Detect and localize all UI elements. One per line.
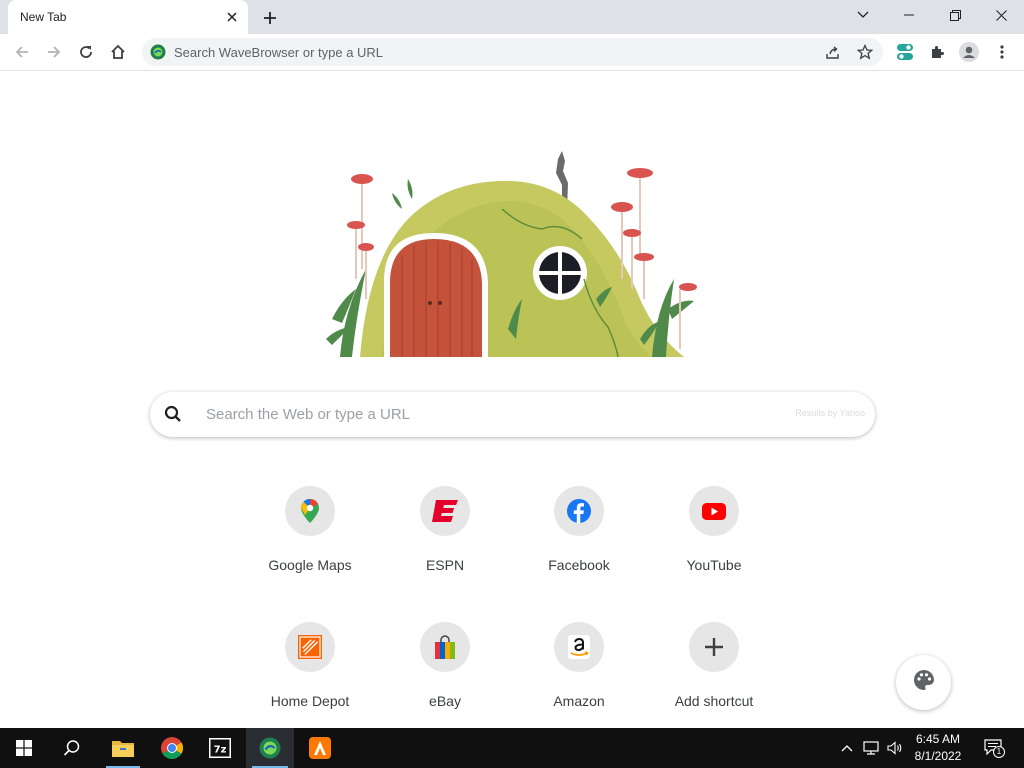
taskbar-search-icon[interactable]: [48, 728, 96, 768]
tab-search-chevron-icon[interactable]: [840, 0, 886, 30]
tab-close-icon[interactable]: [222, 7, 242, 27]
restore-icon[interactable]: [932, 0, 978, 30]
tab-strip: New Tab: [0, 0, 1024, 34]
youtube-icon: [689, 486, 739, 536]
shortcut-home-depot[interactable]: Home Depot: [255, 622, 365, 732]
shortcut-youtube[interactable]: YouTube: [659, 486, 769, 596]
shortcut-ebay[interactable]: eBay: [390, 622, 500, 732]
network-icon[interactable]: [860, 728, 882, 768]
new-tab-page: Results by Yahoo Google Maps ESPN Facebo…: [0, 71, 1024, 728]
shortcut-label: Amazon: [553, 693, 605, 709]
espn-icon: [420, 486, 470, 536]
system-clock[interactable]: 6:45 AM 8/1/2022: [908, 731, 968, 765]
wavebrowser-taskbar-icon[interactable]: [246, 728, 294, 768]
shortcut-google-maps[interactable]: Google Maps: [255, 486, 365, 596]
windows-start-icon[interactable]: [0, 728, 48, 768]
amazon-icon: [554, 622, 604, 672]
reload-icon[interactable]: [72, 38, 100, 66]
plus-icon: [689, 622, 739, 672]
avast-icon[interactable]: [297, 728, 343, 768]
close-window-icon[interactable]: [978, 0, 1024, 30]
address-bar-placeholder: Search WaveBrowser or type a URL: [174, 45, 384, 60]
share-icon[interactable]: [822, 42, 842, 62]
file-explorer-icon[interactable]: [100, 728, 146, 768]
home-depot-icon: [285, 622, 335, 672]
tab-title: New Tab: [20, 10, 67, 24]
chrome-taskbar-icon[interactable]: [149, 728, 195, 768]
svg-text:7z: 7z: [214, 745, 227, 756]
extensions-puzzle-icon[interactable]: [926, 41, 948, 63]
search-icon: [163, 404, 183, 424]
notification-count-badge: 1: [993, 746, 1005, 758]
browser-toolbar: Search WaveBrowser or type a URL: [0, 34, 1024, 71]
wave-extension-toggle-icon[interactable]: [894, 41, 916, 63]
ebay-icon: [420, 622, 470, 672]
back-arrow-icon[interactable]: [8, 38, 36, 66]
clock-date: 8/1/2022: [914, 749, 962, 763]
shortcut-label: Home Depot: [270, 693, 350, 709]
shortcut-facebook[interactable]: Facebook: [524, 486, 634, 596]
shortcut-label: Add shortcut: [674, 693, 754, 709]
palette-icon: [913, 669, 935, 696]
hobbit-house-illustration: [322, 149, 702, 361]
search-attribution: Results by Yahoo: [795, 408, 865, 418]
web-search-box[interactable]: Results by Yahoo: [150, 392, 875, 437]
action-center-icon[interactable]: 1: [976, 728, 1012, 768]
bookmark-star-icon[interactable]: [855, 42, 875, 62]
add-shortcut-button[interactable]: Add shortcut: [659, 622, 769, 732]
new-tab-plus-icon[interactable]: [258, 6, 282, 30]
show-hidden-icons-chevron-icon[interactable]: [836, 728, 858, 768]
shortcut-amazon[interactable]: Amazon: [524, 622, 634, 732]
home-icon[interactable]: [104, 38, 132, 66]
forward-arrow-icon[interactable]: [40, 38, 68, 66]
tab-new-tab[interactable]: New Tab: [8, 0, 248, 34]
web-search-input[interactable]: [206, 403, 766, 425]
clock-time: 6:45 AM: [915, 732, 961, 746]
shortcut-label: Facebook: [548, 557, 610, 573]
volume-icon[interactable]: [884, 728, 906, 768]
address-bar[interactable]: Search WaveBrowser or type a URL: [142, 38, 883, 66]
windows-taskbar: 7z 6:45 AM 8/1/2022 1: [0, 728, 1024, 768]
facebook-icon: [554, 486, 604, 536]
shortcut-espn[interactable]: ESPN: [390, 486, 500, 596]
google-maps-icon: [285, 486, 335, 536]
shortcut-label: eBay: [429, 693, 461, 709]
minimize-icon[interactable]: [886, 0, 932, 30]
shortcut-label: Google Maps: [268, 557, 352, 573]
shortcut-label: YouTube: [686, 557, 742, 573]
browser-menu-icon[interactable]: [991, 41, 1013, 63]
shortcut-label: ESPN: [425, 557, 465, 573]
profile-avatar-icon[interactable]: [958, 41, 980, 63]
wavebrowser-logo-icon: [150, 44, 166, 60]
7zip-icon[interactable]: 7z: [197, 728, 243, 768]
customize-theme-button[interactable]: [896, 655, 951, 710]
